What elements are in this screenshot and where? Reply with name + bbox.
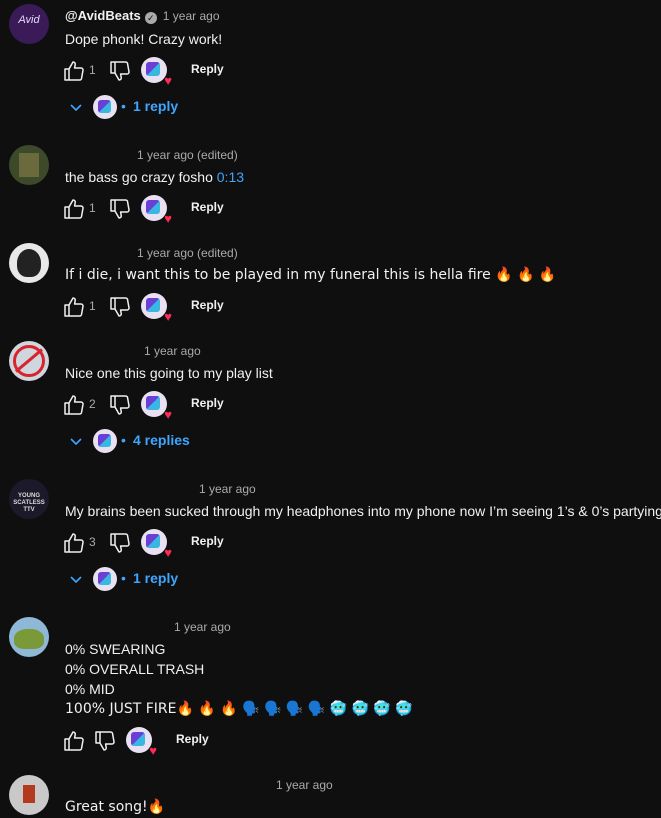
thumbs-up-icon[interactable] (62, 729, 86, 753)
like-count: 2 (89, 397, 96, 411)
comment-time[interactable]: 1 year ago (199, 482, 256, 496)
comment-meta: @AvidBeats ✓ 1 year ago (65, 8, 220, 24)
separator-dot: • (121, 570, 126, 586)
creator-avatar (93, 567, 117, 591)
comment-text-line: 0% OVERALL TRASH (65, 661, 205, 677)
thumbs-down-icon[interactable] (108, 531, 132, 555)
comment-text: Dope phonk! Crazy work! (65, 31, 223, 47)
thumbs-down-icon[interactable] (108, 393, 132, 417)
comment-time[interactable]: 1 year ago (edited) (137, 148, 238, 162)
reply-button[interactable]: Reply (191, 62, 224, 76)
comment-text: My brains been sucked through my headpho… (65, 503, 661, 519)
reply-button[interactable]: Reply (191, 534, 224, 548)
comment-time[interactable]: 1 year ago (174, 620, 231, 634)
comment-text-line: 0% SWEARING (65, 641, 166, 657)
thumbs-down-icon[interactable] (108, 295, 132, 319)
avatar[interactable] (9, 243, 49, 283)
creator-heart-icon: ♥ (141, 57, 172, 87)
replies-count[interactable]: 4 replies (133, 432, 190, 448)
creator-heart-icon: ♥ (126, 727, 157, 757)
thumbs-up-icon[interactable] (62, 295, 86, 319)
avatar[interactable]: Avid (9, 4, 49, 44)
comment-time[interactable]: 1 year ago (144, 344, 201, 358)
avatar-text: Avid (18, 14, 40, 26)
reply-button[interactable]: Reply (176, 732, 209, 746)
thumbs-up-icon[interactable] (62, 197, 86, 221)
creator-heart-icon: ♥ (141, 529, 172, 559)
creator-heart-icon: ♥ (141, 195, 172, 225)
like-count: 1 (89, 299, 96, 313)
comment-text: the bass go crazy fosho 0:13 (65, 167, 244, 187)
chevron-down-icon (68, 99, 84, 115)
avatar[interactable] (9, 617, 49, 657)
author-name[interactable]: @AvidBeats (65, 8, 141, 23)
comment-text: If i die, i want this to be played in my… (65, 267, 557, 283)
reply-button[interactable]: Reply (191, 396, 224, 410)
timestamp-link[interactable]: 0:13 (217, 169, 244, 185)
thumbs-up-icon[interactable] (62, 531, 86, 555)
comment-time[interactable]: 1 year ago (276, 778, 333, 792)
comment-text-line: 0% MID (65, 681, 115, 697)
verified-check-icon: ✓ (144, 12, 157, 24)
comment-text-line: 100% JUST FIRE🔥 🔥 🔥 🗣️ 🗣️ 🗣️ 🗣️ 🥶 🥶 🥶 🥶 (65, 701, 413, 717)
chevron-down-icon (68, 571, 84, 587)
avatar[interactable]: YOUNG SCATLESS TTV (9, 479, 49, 519)
replies-count[interactable]: 1 reply (133, 570, 178, 586)
separator-dot: • (121, 98, 126, 114)
comment-text: Nice one this going to my play list (65, 365, 273, 381)
thumbs-down-icon[interactable] (108, 59, 132, 83)
creator-heart-icon: ♥ (141, 391, 172, 421)
comment-text: Great song!🔥 (65, 799, 166, 815)
avatar[interactable] (9, 341, 49, 381)
reply-button[interactable]: Reply (191, 298, 224, 312)
like-count: 1 (89, 63, 96, 77)
reply-button[interactable]: Reply (191, 200, 224, 214)
thumbs-down-icon[interactable] (93, 729, 117, 753)
chevron-down-icon (68, 433, 84, 449)
creator-avatar (93, 429, 117, 453)
avatar[interactable] (9, 145, 49, 185)
creator-heart-icon: ♥ (141, 293, 172, 323)
avatar[interactable] (9, 775, 49, 815)
comment-text-body: the bass go crazy fosho (65, 169, 217, 185)
creator-avatar (93, 95, 117, 119)
comment-time[interactable]: 1 year ago (163, 9, 220, 23)
separator-dot: • (121, 432, 126, 448)
comment-time[interactable]: 1 year ago (edited) (137, 246, 238, 260)
avatar-text: YOUNG SCATLESS TTV (13, 493, 45, 513)
like-count: 3 (89, 535, 96, 549)
thumbs-down-icon[interactable] (108, 197, 132, 221)
like-count: 1 (89, 201, 96, 215)
replies-count[interactable]: 1 reply (133, 98, 178, 114)
thumbs-up-icon[interactable] (62, 59, 86, 83)
thumbs-up-icon[interactable] (62, 393, 86, 417)
